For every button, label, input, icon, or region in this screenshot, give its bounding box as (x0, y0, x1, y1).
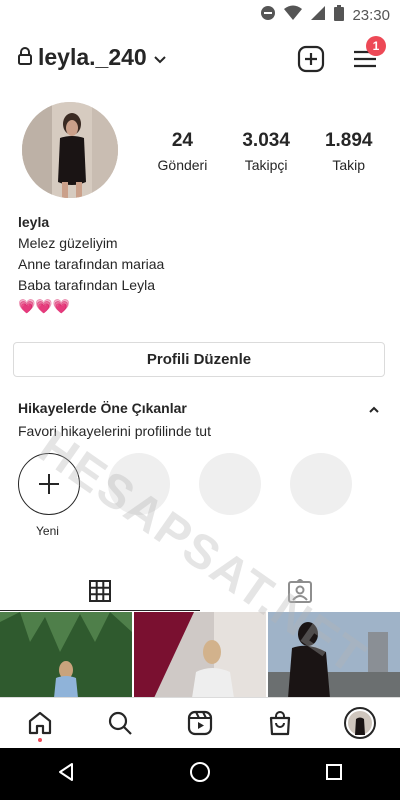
stat-value: 24 (171, 130, 193, 151)
recents-button[interactable] (324, 762, 344, 787)
active-tab-indicator (0, 610, 200, 611)
stat-followers[interactable]: 3.034 Takipçi (242, 130, 290, 173)
account-switcher[interactable]: leyla._240 (18, 44, 167, 71)
bio-line: Anne tarafından mariaa (18, 256, 165, 272)
notification-badge: 1 (366, 36, 386, 56)
home-icon (28, 711, 52, 735)
highlight-placeholder (290, 453, 352, 515)
nav-home[interactable] (20, 703, 60, 743)
username-label: leyla._240 (38, 44, 147, 70)
avatar-photo (22, 102, 118, 198)
profile-tabs (0, 570, 400, 612)
profile-avatar-icon (344, 707, 376, 739)
stat-value: 3.034 (242, 130, 290, 151)
display-name: leyla (18, 214, 50, 230)
recents-square-icon (325, 763, 342, 780)
stat-label: Gönderi (157, 157, 208, 173)
new-post-button[interactable] (296, 44, 326, 74)
stat-posts[interactable]: 24 Gönderi (158, 130, 208, 173)
lock-icon (18, 44, 32, 71)
battery-icon (334, 5, 345, 25)
nav-profile[interactable] (340, 703, 380, 743)
shopping-bag-icon (269, 711, 291, 736)
bio-line: Baba tarafından Leyla (18, 277, 155, 293)
back-button[interactable] (56, 762, 76, 787)
tagged-user-icon (288, 579, 312, 603)
reels-icon (187, 710, 213, 736)
tab-tagged[interactable] (200, 570, 400, 612)
nav-reels[interactable] (180, 703, 220, 743)
activity-dot (38, 738, 42, 742)
chevron-down-icon (153, 44, 167, 71)
stat-label: Takipçi (244, 157, 288, 173)
collapse-highlights-button[interactable] (368, 402, 380, 420)
add-square-icon (297, 45, 325, 73)
wifi-icon (284, 5, 303, 25)
do-not-disturb-icon (260, 5, 276, 25)
profile-stats: 24 Gönderi 3.034 Takipçi 1.894 Takip (140, 130, 390, 173)
post-thumbnail[interactable] (268, 612, 400, 698)
plus-icon (39, 474, 59, 494)
home-circle-icon (189, 761, 210, 782)
posts-grid (0, 612, 400, 698)
tab-posts-grid[interactable] (0, 570, 200, 612)
post-thumbnail[interactable] (0, 612, 132, 698)
search-icon (108, 711, 132, 735)
highlight-placeholder (199, 453, 261, 515)
post-photo (268, 612, 400, 698)
bio-line: Melez güzeliyim (18, 235, 118, 251)
chevron-up-icon (369, 406, 379, 413)
home-button[interactable] (189, 761, 211, 788)
post-photo (0, 612, 132, 698)
post-thumbnail[interactable] (134, 612, 266, 698)
post-photo (134, 612, 266, 698)
bio-hearts: 💗💗💗 (18, 298, 71, 314)
new-highlight-label: Yeni (36, 524, 59, 538)
grid-icon (89, 580, 111, 602)
android-navigation-bar (0, 748, 400, 800)
bottom-navigation (0, 697, 400, 748)
signal-icon (310, 5, 326, 25)
new-highlight-button[interactable] (18, 453, 80, 515)
profile-avatar[interactable] (22, 102, 118, 198)
status-time: 23:30 (352, 6, 390, 24)
status-bar: 23:30 (0, 0, 400, 28)
highlights-title: Hikayelerde Öne Çıkanlar (18, 400, 187, 416)
highlight-placeholder (108, 453, 170, 515)
profile-bio: leyla Melez güzeliyim Anne tarafından ma… (18, 212, 164, 317)
stat-following[interactable]: 1.894 Takip (325, 130, 373, 173)
highlights-subtitle: Favori hikayelerini profilinde tut (18, 423, 211, 439)
edit-profile-button[interactable]: Profili Düzenle (13, 342, 385, 377)
back-triangle-icon (59, 762, 74, 781)
stat-value: 1.894 (324, 130, 373, 151)
nav-search[interactable] (100, 703, 140, 743)
profile-header: leyla._240 (0, 30, 400, 86)
nav-shop[interactable] (260, 703, 300, 743)
stat-label: Takip (332, 157, 366, 173)
